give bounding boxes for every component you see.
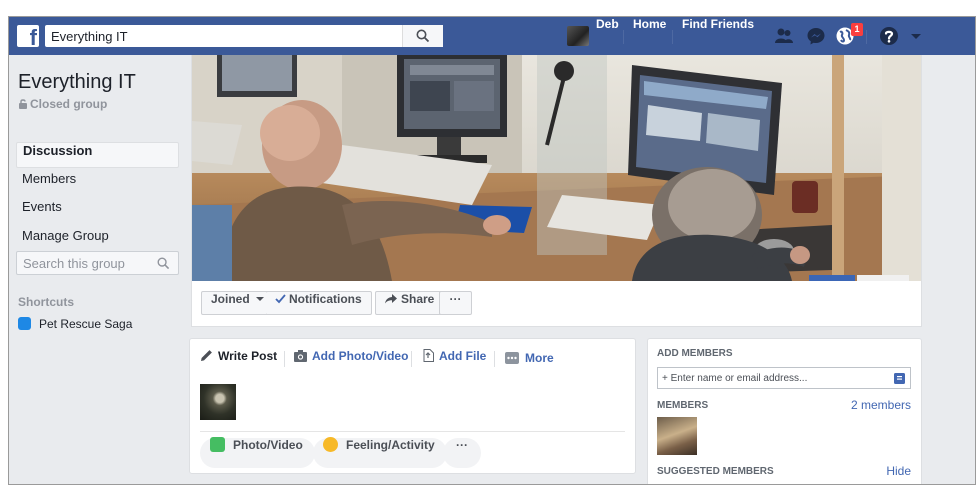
group-privacy: Closed group: [18, 97, 107, 111]
feeling-activity-label: Feeling/Activity: [346, 438, 435, 452]
tab-add-file[interactable]: Add File: [423, 349, 486, 369]
pencil-icon: [201, 350, 212, 361]
user-avatar[interactable]: [567, 26, 589, 46]
browser-viewport: f Deb Home Find Friends: [8, 16, 976, 485]
tab-divider: [411, 351, 412, 367]
game-icon: [18, 317, 31, 331]
top-bar: f Deb Home Find Friends: [9, 17, 975, 55]
feeling-activity-button[interactable]: Feeling/Activity: [313, 437, 447, 468]
facebook-logo[interactable]: f: [17, 25, 39, 47]
group-search: [16, 251, 179, 275]
add-members-box: [657, 367, 911, 389]
photo-video-label: Photo/Video: [233, 438, 303, 452]
tab-write-post[interactable]: Write Post: [200, 349, 277, 369]
joined-button[interactable]: Joined: [201, 291, 275, 315]
nav-divider: [623, 30, 624, 44]
group-search-input[interactable]: [23, 255, 153, 271]
share-arrow-icon: [385, 294, 397, 304]
cover-photo-image: [192, 55, 921, 281]
share-label: Share: [401, 292, 435, 306]
shortcuts-heading: Shortcuts: [18, 295, 75, 309]
nav-divider: [866, 30, 867, 44]
cover-card: Joined Notifications Share ···: [191, 55, 922, 327]
more-dots-icon: [505, 352, 519, 364]
friends-icon: [775, 28, 793, 43]
messenger-icon: [807, 28, 825, 45]
notifications-label: Notifications: [289, 292, 362, 306]
members-panel: ADD MEMBERS MEMBERS 2 members SUGGESTED …: [647, 338, 922, 484]
account-menu-button[interactable]: [909, 26, 923, 46]
add-members-input[interactable]: [662, 371, 872, 385]
sidebar-item-discussion[interactable]: Discussion: [16, 142, 179, 168]
tab-add-photo-video[interactable]: Add Photo/Video: [294, 349, 408, 369]
hide-suggested-link[interactable]: Hide: [886, 464, 911, 478]
group-privacy-label: Closed group: [30, 97, 108, 111]
composer-avatar: [200, 384, 236, 420]
sidebar-item-events[interactable]: Events: [16, 199, 179, 225]
tab-more[interactable]: More: [505, 351, 554, 371]
shortcut-label: Pet Rescue Saga: [39, 317, 133, 331]
photo-video-button[interactable]: Photo/Video: [200, 437, 315, 468]
suggested-members-heading: SUGGESTED MEMBERS: [657, 466, 774, 477]
share-button[interactable]: Share: [375, 291, 445, 315]
notifications-toggle[interactable]: Notifications: [266, 291, 372, 315]
search-button[interactable]: [402, 25, 443, 47]
lock-icon: [19, 99, 27, 109]
tab-divider: [284, 351, 285, 367]
friend-requests-button[interactable]: [774, 26, 794, 46]
smiley-icon: [323, 437, 338, 453]
search-input[interactable]: [51, 25, 401, 47]
members-count-link[interactable]: 2 members: [851, 398, 911, 412]
add-members-heading: ADD MEMBERS: [657, 348, 733, 359]
more-actions-button[interactable]: ···: [439, 291, 472, 315]
checkmark-icon: [275, 294, 286, 304]
tab-add-photo-video-label: Add Photo/Video: [312, 349, 409, 363]
post-composer: Write Post Add Photo/Video Add File More…: [189, 338, 636, 474]
contact-book-icon[interactable]: [894, 373, 905, 384]
global-search: [45, 25, 443, 47]
help-button[interactable]: [879, 26, 899, 46]
home-link[interactable]: Home: [633, 17, 666, 55]
find-friends-link[interactable]: Find Friends: [682, 17, 754, 55]
tab-more-label: More: [525, 351, 554, 365]
notification-badge: 1: [851, 23, 863, 36]
shortcut-pet-rescue-saga[interactable]: Pet Rescue Saga: [18, 317, 132, 333]
search-icon: [416, 29, 430, 43]
sidebar-item-members[interactable]: Members: [16, 171, 179, 197]
members-heading: MEMBERS: [657, 400, 709, 411]
profile-link[interactable]: Deb: [596, 17, 619, 55]
tab-add-file-label: Add File: [439, 349, 487, 363]
help-icon: [880, 27, 898, 45]
camera-icon: [294, 350, 307, 362]
group-title[interactable]: Everything IT: [18, 71, 136, 94]
composer-divider: [200, 431, 625, 432]
photo-icon: [210, 437, 225, 453]
caret-down-icon: [911, 34, 921, 39]
joined-label: Joined: [211, 292, 250, 306]
nav-divider: [672, 30, 673, 44]
messages-button[interactable]: [806, 26, 826, 46]
file-icon: [423, 349, 434, 362]
caret-down-icon: [256, 297, 265, 301]
tab-write-post-label: Write Post: [218, 349, 278, 363]
cover-photo[interactable]: [192, 55, 921, 281]
composer-more-button[interactable]: ···: [443, 438, 481, 468]
search-icon[interactable]: [157, 257, 170, 270]
tab-divider: [494, 351, 495, 367]
member-avatar[interactable]: [657, 417, 697, 455]
